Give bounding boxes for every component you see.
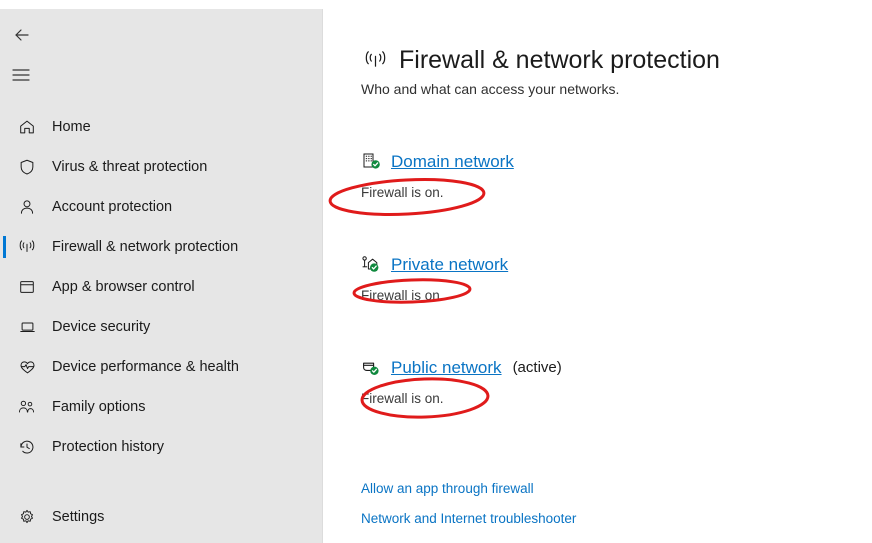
network-internet-troubleshooter-link[interactable]: Network and Internet troubleshooter [361,511,576,526]
sidebar-item-label: Home [52,120,91,135]
heartbeat-icon [14,356,40,378]
main-content-pane: Firewall & network protection Who and wh… [323,9,872,543]
network-profile-header: Domain network [361,149,525,173]
network-firewall-status: Firewall is on. [361,288,519,303]
sidebar-item-device-security[interactable]: Device security [0,307,323,347]
people-group-icon [14,396,40,418]
wifi-signal-icon [14,236,40,258]
window-top-strip [0,0,872,9]
hamburger-menu-button[interactable] [2,59,46,95]
link-row: Allow an app through firewall [361,480,534,498]
sidebar-item-label: Device performance & health [52,360,239,375]
hamburger-menu-icon [12,68,30,87]
sidebar-item-label: App & browser control [52,280,195,295]
navigation-sidebar: Home Virus & threat protection Acco [0,9,323,543]
sidebar-item-label: Device security [52,320,150,335]
sidebar-item-device-performance-health[interactable]: Device performance & health [0,347,323,387]
sidebar-item-settings[interactable]: Settings [0,497,323,537]
network-profile-link[interactable]: Domain network [391,153,514,170]
office-building-icon [361,151,383,171]
sidebar-item-protection-history[interactable]: Protection history [0,427,323,467]
laptop-icon [14,316,40,338]
network-profile-domain: Domain network Firewall is on. [361,149,525,200]
sidebar-item-virus-threat-protection[interactable]: Virus & threat protection [0,147,323,187]
sidebar-item-family-options[interactable]: Family options [0,387,323,427]
sidebar-item-label: Family options [52,400,145,415]
allow-app-through-firewall-link[interactable]: Allow an app through firewall [361,481,534,496]
sidebar-item-list: Home Virus & threat protection Acco [0,107,323,467]
sidebar-item-settings-wrapper: Settings [0,497,323,537]
network-firewall-status: Firewall is on. [361,185,525,200]
back-arrow-icon [12,25,32,50]
clock-history-icon [14,436,40,458]
sidebar-item-firewall-network-protection[interactable]: Firewall & network protection [0,227,323,267]
network-active-tag: (active) [513,360,562,375]
page-subtitle: Who and what can access your networks. [361,81,619,97]
network-profile-link[interactable]: Private network [391,256,508,273]
shield-icon [14,156,40,178]
person-icon [14,196,40,218]
sidebar-item-label: Account protection [52,200,172,215]
network-profile-header: Public network (active) [361,355,562,379]
network-firewall-status: Firewall is on. [361,391,562,406]
sidebar-item-label: Protection history [52,440,164,455]
page-title: Firewall & network protection [399,48,720,73]
wifi-signal-icon [361,46,389,74]
back-button[interactable] [2,19,46,55]
gear-icon [14,506,40,528]
sidebar-item-label: Virus & threat protection [52,160,207,175]
network-profile-header: Private network [361,252,519,276]
sidebar-item-app-browser-control[interactable]: App & browser control [0,267,323,307]
sidebar-item-label: Firewall & network protection [52,240,238,255]
network-profile-public: Public network (active) Firewall is on. [361,355,562,406]
home-icon [14,116,40,138]
network-profile-private: Private network Firewall is on. [361,252,519,303]
home-house-icon [361,254,383,274]
windows-security-window: Home Virus & threat protection Acco [0,9,872,543]
sidebar-item-account-protection[interactable]: Account protection [0,187,323,227]
network-profile-link[interactable]: Public network [391,359,502,376]
link-row: Network and Internet troubleshooter [361,510,576,528]
app-window-icon [14,276,40,298]
sidebar-item-home[interactable]: Home [0,107,323,147]
sidebar-item-label: Settings [52,510,104,525]
public-bench-icon [361,357,383,377]
